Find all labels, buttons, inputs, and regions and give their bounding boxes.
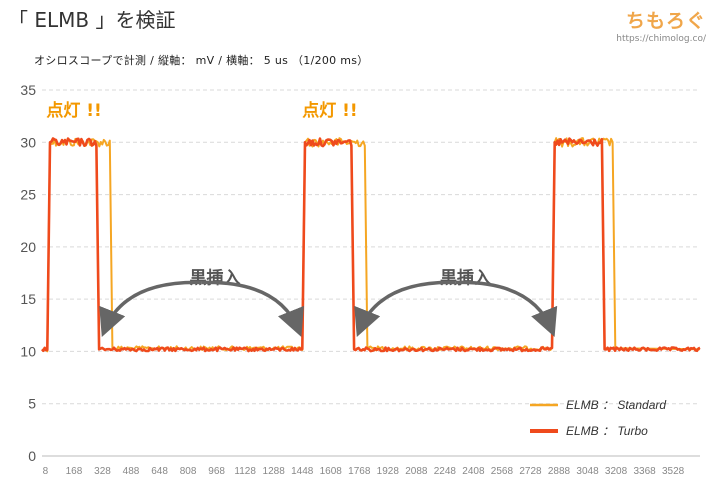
x-tick-label: 328 <box>94 466 111 477</box>
annotation-lit: 点灯 !! <box>302 100 357 121</box>
x-tick-label: 488 <box>123 466 140 477</box>
legend-label: ELMB ： Standard <box>566 398 666 412</box>
x-tick-label: 2088 <box>405 466 428 477</box>
y-tick-label: 0 <box>28 448 36 464</box>
y-tick-label: 35 <box>20 82 36 98</box>
x-tick-label: 1448 <box>291 466 314 477</box>
x-tick-label: 2248 <box>434 466 457 477</box>
legend-label: ELMB ： Turbo <box>566 424 648 438</box>
x-tick-label: 808 <box>180 466 197 477</box>
arrow-left <box>354 280 456 338</box>
x-tick-label: 3368 <box>633 466 656 477</box>
y-tick-label: 25 <box>20 187 36 203</box>
x-tick-label: 1288 <box>263 466 286 477</box>
series-turbo-line <box>41 137 701 353</box>
annotations: 点灯 !! 点灯 !!黒挿入 黒挿入 <box>46 100 558 338</box>
x-tick-label: 168 <box>66 466 83 477</box>
x-tick-label: 2728 <box>519 466 542 477</box>
x-tick-label: 1928 <box>377 466 400 477</box>
arrow-left <box>99 280 202 338</box>
x-tick-label: 1608 <box>320 466 343 477</box>
arrow-right <box>455 280 558 338</box>
x-tick-label: 1128 <box>234 466 256 477</box>
x-tick-label: 2408 <box>462 466 485 477</box>
legend: ELMB ： Standard ELMB ： Turbo <box>530 398 666 438</box>
x-tick-label: 968 <box>208 466 225 477</box>
series-group <box>41 137 701 353</box>
y-tick-label: 15 <box>20 291 36 307</box>
x-tick-label: 2888 <box>548 466 571 477</box>
chart: 0 5 10 15 20 25 30 35 8 168 328 488 648 808 968 1128 128… <box>20 82 701 477</box>
x-tick-label: 3048 <box>576 466 599 477</box>
arrow-right <box>201 280 304 338</box>
y-tick-label: 5 <box>28 396 36 412</box>
y-tick-label: 30 <box>20 134 36 150</box>
x-tick-label: 2568 <box>491 466 514 477</box>
annotation-lit: 点灯 !! <box>46 100 101 121</box>
x-tick-label: 648 <box>151 466 168 477</box>
x-tick-label: 3208 <box>605 466 628 477</box>
y-tick-label: 10 <box>20 343 36 359</box>
x-tick-label: 1768 <box>348 466 371 477</box>
x-tick-label: 8 <box>43 466 49 477</box>
x-tick-label: 3528 <box>662 466 685 477</box>
y-tick-label: 20 <box>20 239 36 255</box>
